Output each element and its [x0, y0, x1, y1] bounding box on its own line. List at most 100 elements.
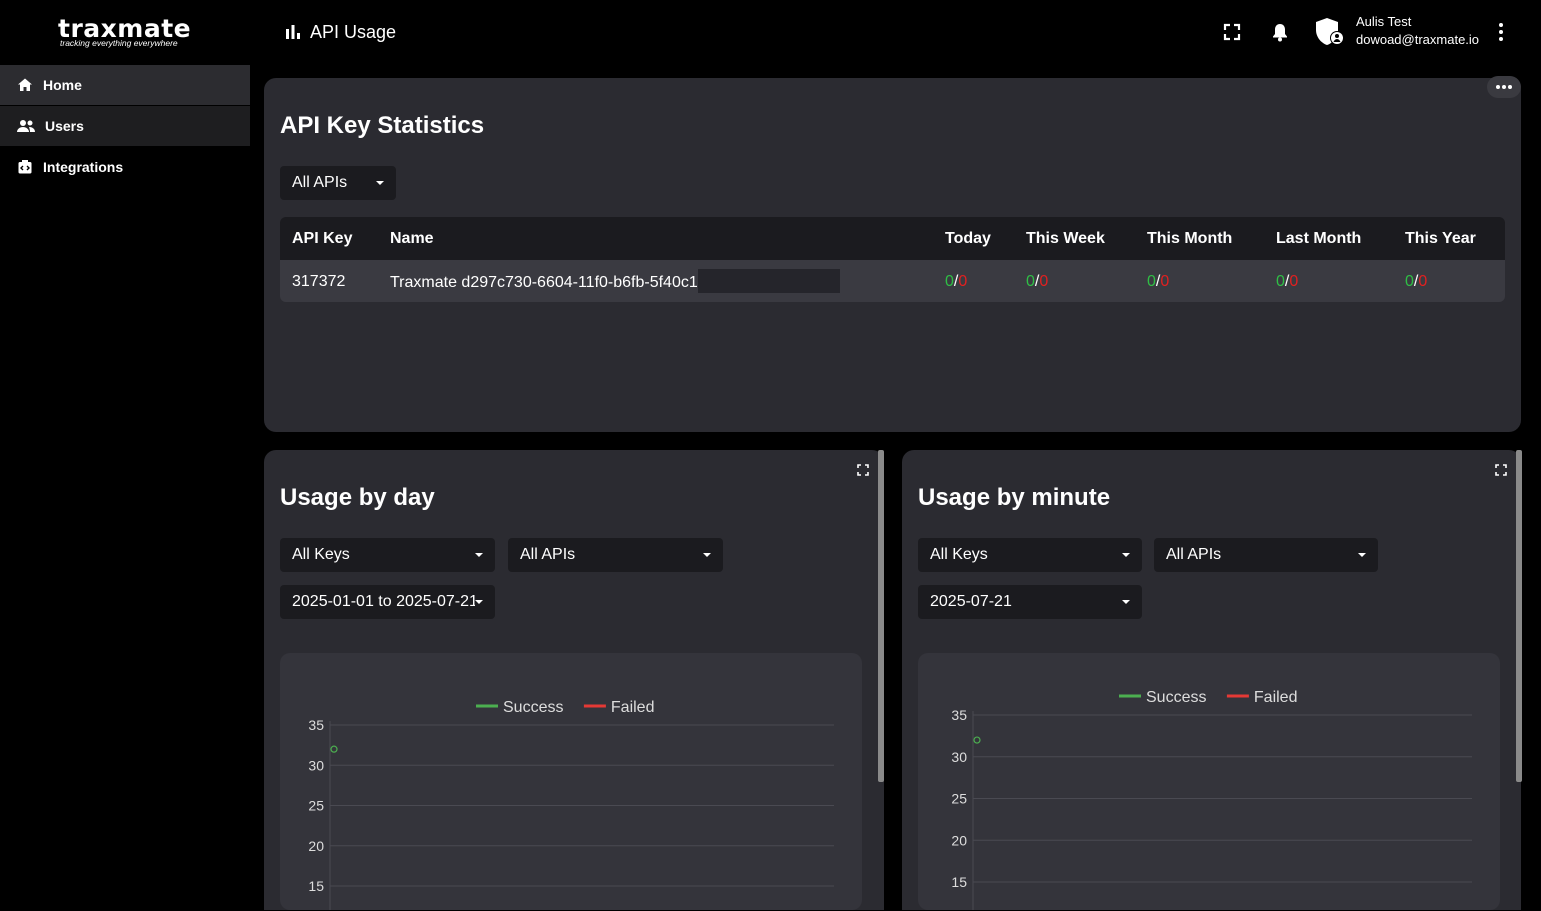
more-vertical-icon[interactable]: [1492, 22, 1510, 42]
column-header[interactable]: Today: [945, 230, 991, 248]
top-bar: traxmate tracking everything everywhere …: [0, 0, 1541, 64]
fullscreen-icon[interactable]: [1222, 22, 1242, 42]
redacted-block: [697, 269, 840, 293]
usage-by-day-chart: 35 30 25 20 15 Success Failed: [280, 653, 862, 910]
chevron-down-icon: [376, 181, 384, 185]
success-count: 0: [1026, 273, 1035, 290]
failed-count: 0: [1418, 273, 1428, 290]
y-tick-label: 30: [951, 749, 967, 765]
select-value: All Keys: [930, 546, 988, 563]
api-key-statistics-card: API Key Statistics All APIs API Key Name…: [264, 78, 1521, 432]
chevron-down-icon: [1122, 553, 1130, 557]
data-point: [330, 745, 338, 753]
name-cell: Traxmate d297c730-6604-11f0-b6fb-5f40c1: [390, 269, 840, 293]
page-title-text: API Usage: [310, 21, 397, 42]
date-range-select[interactable]: 2025-01-01 to 2025-07-21: [280, 585, 495, 619]
y-tick-label: 35: [308, 717, 324, 733]
y-tick-label: 35: [951, 707, 967, 723]
api-key-cell: 317372: [292, 273, 346, 290]
chart-canvas: 35 30 25 20 15 Success Failed: [308, 699, 834, 910]
y-tick-label: 20: [951, 832, 967, 848]
api-key-table: API Key Name Today This Week This Month …: [280, 217, 1505, 302]
table-row[interactable]: 317372 Traxmate d297c730-6604-11f0-b6fb-…: [280, 260, 1505, 302]
today-cell: 0/0: [945, 273, 968, 290]
bar-chart-icon: [286, 25, 300, 39]
chevron-down-icon: [475, 600, 483, 604]
expand-icon[interactable]: [1495, 464, 1507, 476]
y-tick-label: 15: [951, 874, 967, 890]
select-value: 2025-01-01 to 2025-07-21: [292, 593, 475, 610]
success-count: 0: [945, 273, 954, 290]
success-count: 0: [1276, 273, 1285, 290]
traxmate-logo[interactable]: traxmate tracking everything everywhere: [58, 14, 198, 54]
sidebar-item-integrations[interactable]: Integrations: [0, 147, 250, 187]
chevron-down-icon: [1358, 553, 1366, 557]
chevron-down-icon: [1122, 600, 1130, 604]
sidebar-item-label: Integrations: [43, 159, 124, 175]
api-filter-select[interactable]: All APIs: [508, 538, 723, 572]
users-icon: [17, 120, 35, 132]
failed-count: 0: [1039, 273, 1049, 290]
y-tick-label: 30: [308, 757, 324, 773]
sidebar: Home Users Integrations: [0, 64, 250, 911]
failed-count: 0: [1160, 273, 1170, 290]
select-value: All APIs: [1166, 546, 1222, 563]
select-value: All Keys: [292, 546, 350, 563]
shield-user-icon[interactable]: [1314, 17, 1346, 47]
page-title: API Usage: [284, 20, 396, 44]
bell-icon[interactable]: [1270, 22, 1290, 42]
last-month-cell: 0/0: [1276, 273, 1299, 290]
sidebar-item-users[interactable]: Users: [0, 106, 250, 146]
card-title: API Key Statistics: [280, 112, 485, 139]
more-horizontal-icon: [1496, 85, 1512, 89]
keys-filter-select[interactable]: All Keys: [280, 538, 495, 572]
card-title: Usage by minute: [918, 484, 1111, 511]
integrations-icon: [18, 160, 32, 174]
scrollbar[interactable]: [878, 450, 884, 782]
y-tick-label: 25: [951, 791, 967, 807]
y-tick-label: 20: [308, 838, 324, 854]
select-value: All APIs: [292, 174, 348, 191]
column-header[interactable]: Last Month: [1276, 230, 1361, 248]
card-title: Usage by day: [280, 484, 435, 511]
week-cell: 0/0: [1026, 273, 1049, 290]
select-value: 2025-07-21: [930, 593, 1012, 610]
legend-label: Failed: [611, 699, 655, 716]
usage-by-day-card: Usage by day All Keys All APIs 2025-01-0…: [264, 450, 884, 910]
api-filter-select[interactable]: All APIs: [1154, 538, 1378, 572]
chevron-down-icon: [475, 553, 483, 557]
column-header[interactable]: This Year: [1405, 230, 1476, 248]
success-count: 0: [1147, 273, 1156, 290]
y-tick-label: 15: [308, 878, 324, 894]
success-count: 0: [1405, 273, 1414, 290]
column-header[interactable]: Name: [390, 230, 434, 248]
sidebar-item-home[interactable]: Home: [0, 65, 250, 105]
column-header[interactable]: This Week: [1026, 230, 1105, 248]
logo-tagline: tracking everything everywhere: [60, 38, 178, 48]
legend-label: Success: [1146, 689, 1206, 706]
user-email: dowoad@traxmate.io: [1356, 32, 1480, 47]
sidebar-item-label: Home: [43, 77, 82, 93]
home-icon: [18, 78, 32, 91]
column-header[interactable]: This Month: [1147, 230, 1232, 248]
date-select[interactable]: 2025-07-21: [918, 585, 1142, 619]
chart-canvas: 35 30 25 20 15 Success Failed: [951, 689, 1472, 910]
column-header[interactable]: API Key: [292, 230, 352, 248]
year-cell: 0/0: [1405, 273, 1428, 290]
user-name: Aulis Test: [1356, 14, 1412, 29]
data-point: [973, 736, 981, 744]
select-value: All APIs: [520, 546, 576, 563]
card-menu-button[interactable]: [1487, 76, 1521, 98]
api-filter-select[interactable]: All APIs: [280, 166, 396, 200]
usage-by-minute-card: Usage by minute All Keys All APIs 2025-0…: [902, 450, 1522, 910]
chevron-down-icon: [703, 553, 711, 557]
scrollbar[interactable]: [1516, 450, 1522, 782]
month-cell: 0/0: [1147, 273, 1170, 290]
name-text: Traxmate d297c730-6604-11f0-b6fb-5f40c1: [390, 274, 698, 292]
table-header: API Key Name Today This Week This Month …: [280, 217, 1505, 260]
expand-icon[interactable]: [857, 464, 869, 476]
legend-label: Failed: [1254, 689, 1298, 706]
user-info[interactable]: Aulis Test dowoad@traxmate.io: [1356, 14, 1479, 50]
keys-filter-select[interactable]: All Keys: [918, 538, 1142, 572]
usage-by-minute-chart: 35 30 25 20 15 Success Failed: [918, 653, 1500, 910]
